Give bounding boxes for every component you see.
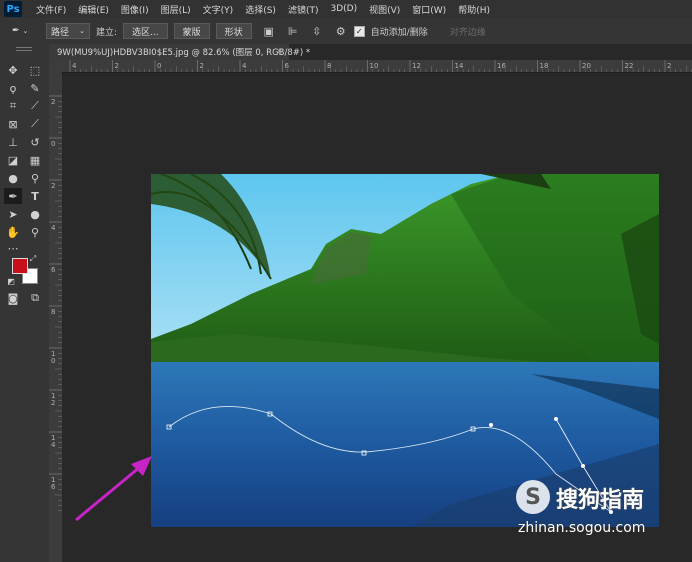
annotation-arrow bbox=[75, 456, 152, 522]
watermark-url: zhinan.sogou.com bbox=[518, 520, 646, 536]
watermark-title: 搜狗指南 bbox=[556, 488, 645, 513]
foreground-color-swatch[interactable] bbox=[12, 258, 28, 274]
sogou-logo-icon: S bbox=[516, 480, 550, 514]
